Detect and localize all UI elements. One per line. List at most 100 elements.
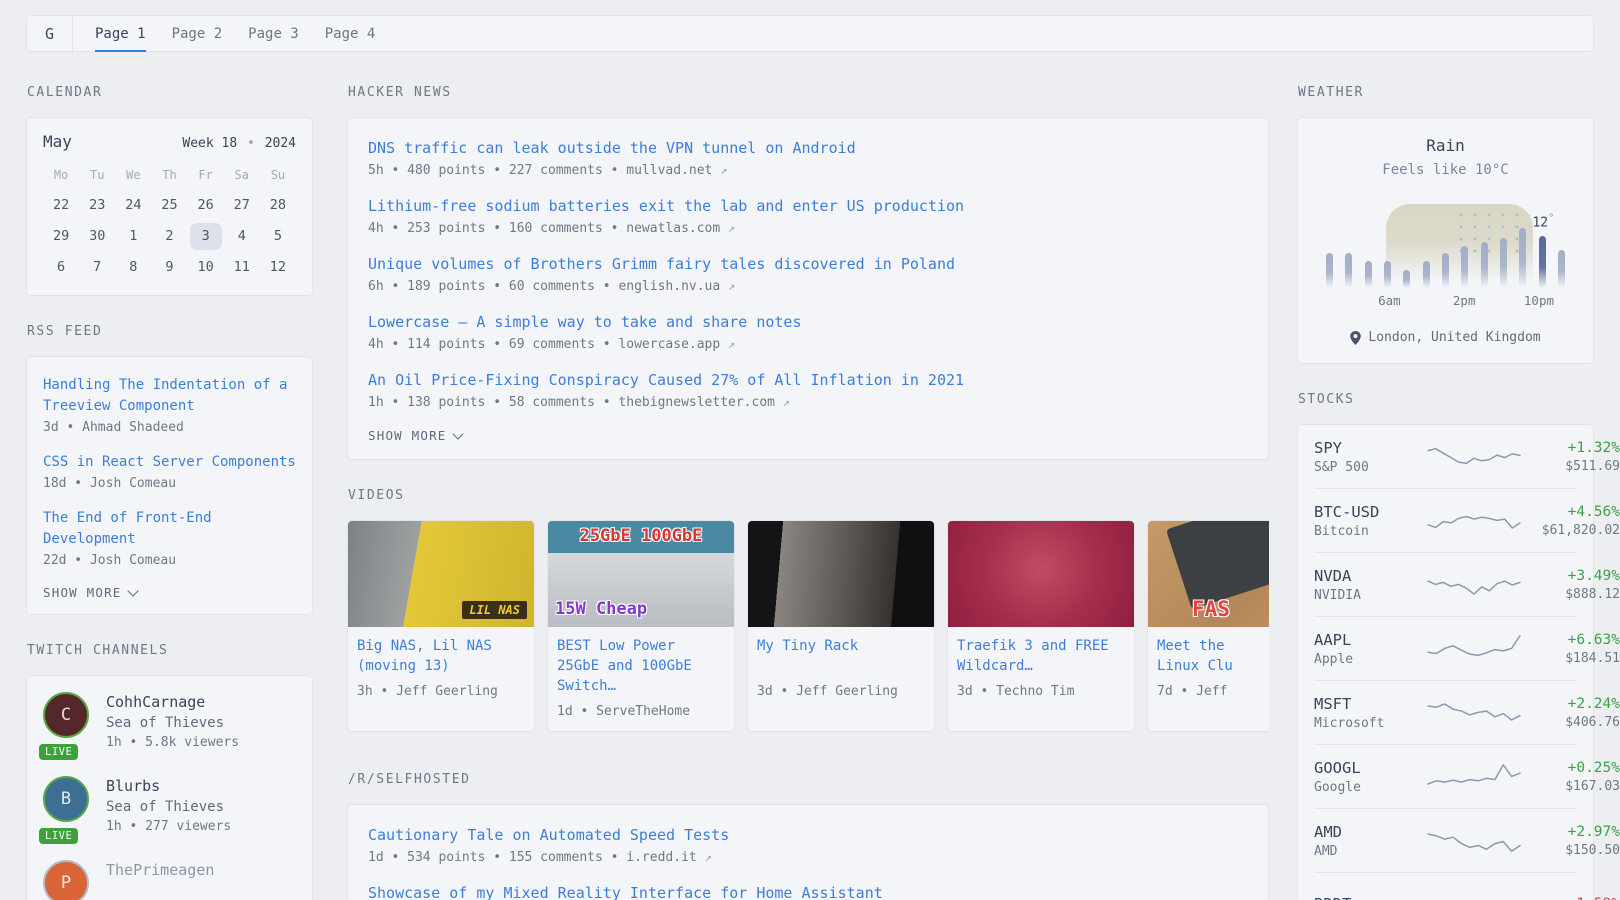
video-thumbnail [748, 521, 934, 627]
stock-row[interactable]: AAPLApple +6.63%$184.51 [1314, 617, 1577, 681]
stock-row[interactable]: SPYS&P 500 +1.32%$511.69 [1314, 425, 1577, 489]
stock-change: -1.59% [1522, 896, 1620, 900]
hackernews-show-more-button[interactable]: SHOW MORE [368, 428, 1248, 443]
video-card[interactable]: FAS Meet the Linux Clu 7d • Jeff [1147, 520, 1269, 732]
weather-section-label: WEATHER [1298, 85, 1594, 100]
list-item: DNS traffic can leak outside the VPN tun… [368, 138, 1248, 178]
channel-name: Blurbs [106, 776, 231, 797]
weather-location: London, United Kingdom [1318, 330, 1573, 345]
story-meta: 5h • 480 points • 227 comments • mullvad… [368, 163, 1248, 178]
weekday-label: Tu [79, 164, 115, 188]
app-logo: G [27, 16, 73, 51]
list-item: Lithium-free sodium batteries exit the l… [368, 196, 1248, 236]
stock-row[interactable]: BTC-USDBitcoin +4.56%$61,820.02 [1314, 489, 1577, 553]
weekday-label: Fr [188, 164, 224, 188]
stock-name: S&P 500 [1314, 460, 1426, 475]
video-card[interactable]: Traefik 3 and FREE Wildcard… 3d • Techno… [947, 520, 1135, 732]
stock-symbol: AAPL [1314, 631, 1426, 649]
tab-page-1[interactable]: Page 1 [82, 16, 159, 51]
video-card[interactable]: LIL NAS Big NAS, Lil NAS (moving 13) 3h … [347, 520, 535, 732]
rss-item-meta: 18d • Josh Comeau [43, 476, 296, 491]
weather-bar [1403, 270, 1410, 288]
twitch-channel-row[interactable]: C LIVE CohhCarnage Sea of Thieves 1h • 5… [43, 692, 296, 752]
stock-change: +0.25% [1522, 760, 1620, 776]
weather-bar [1423, 261, 1430, 288]
tab-page-3[interactable]: Page 3 [235, 16, 312, 51]
video-meta: 3d • Techno Tim [957, 684, 1125, 699]
calendar-day: 4 [226, 223, 258, 250]
stock-row[interactable]: GOOGLGoogle +0.25%$167.03 [1314, 745, 1577, 809]
rss-section-label: RSS FEED [27, 324, 313, 339]
story-meta: 1h • 138 points • 58 comments • thebigne… [368, 395, 1248, 410]
stock-symbol: BTC-USD [1314, 503, 1426, 521]
chevron-down-icon [127, 585, 138, 596]
calendar-day: 28 [262, 192, 294, 219]
post-title[interactable]: Cautionary Tale on Automated Speed Tests [368, 825, 1248, 846]
story-title[interactable]: Unique volumes of Brothers Grimm fairy t… [368, 254, 1248, 275]
video-title[interactable]: Traefik 3 and FREE Wildcard… [957, 636, 1125, 676]
video-card[interactable]: My Tiny Rack 3d • Jeff Geerling [747, 520, 935, 732]
list-item: Lowercase – A simple way to take and sha… [368, 312, 1248, 352]
stock-row[interactable]: MSFTMicrosoft +2.24%$406.76 [1314, 681, 1577, 745]
channel-meta: 1h • 277 viewers [106, 817, 231, 836]
stock-sparkline [1426, 822, 1522, 860]
stock-price: $406.76 [1522, 715, 1620, 730]
stock-name: NVIDIA [1314, 588, 1426, 603]
calendar-day: 30 [81, 223, 113, 250]
calendar-grid: Mo Tu We Th Fr Sa Su 22 23 24 25 26 27 2… [43, 164, 296, 281]
calendar-day: 6 [45, 254, 77, 281]
video-title[interactable]: Meet the Linux Clu [1157, 636, 1269, 676]
external-link-icon: ↗ [720, 163, 727, 177]
rss-item-title[interactable]: The End of Front-End Development [43, 508, 296, 550]
calendar-month: May [43, 132, 72, 151]
calendar-day: 25 [153, 192, 185, 219]
rss-show-more-button[interactable]: SHOW MORE [43, 585, 296, 600]
tab-page-2[interactable]: Page 2 [159, 16, 236, 51]
story-meta: 4h • 114 points • 69 comments • lowercas… [368, 337, 1248, 352]
calendar-day: 26 [190, 192, 222, 219]
story-title[interactable]: Lithium-free sodium batteries exit the l… [368, 196, 1248, 217]
weather-widget: WEATHER Rain Feels like 10°C 12° 6am2pm1… [1297, 85, 1594, 364]
hackernews-section-label: HACKER NEWS [348, 85, 1269, 100]
stock-sparkline [1426, 566, 1522, 604]
videos-widget: VIDEOS LIL NAS Big NAS, Lil NAS (moving … [347, 488, 1269, 732]
video-title[interactable]: My Tiny Rack [757, 636, 925, 676]
stock-price: $167.03 [1522, 779, 1620, 794]
video-title[interactable]: BEST Low Power 25GbE and 100GbE Switch… [557, 636, 725, 696]
stock-price: $511.69 [1522, 459, 1620, 474]
story-title[interactable]: Lowercase – A simple way to take and sha… [368, 312, 1248, 333]
calendar-day: 8 [117, 254, 149, 281]
story-title[interactable]: DNS traffic can leak outside the VPN tun… [368, 138, 1248, 159]
video-title[interactable]: Big NAS, Lil NAS (moving 13) [357, 636, 525, 676]
weekday-label: We [115, 164, 151, 188]
stock-sparkline [1426, 694, 1522, 732]
tab-page-4[interactable]: Page 4 [312, 16, 389, 51]
stock-row[interactable]: AMDAMD +2.97%$150.50 [1314, 809, 1577, 873]
video-meta: 3d • Jeff Geerling [757, 684, 925, 699]
hackernews-widget: HACKER NEWS DNS traffic can leak outside… [347, 85, 1269, 460]
right-column: WEATHER Rain Feels like 10°C 12° 6am2pm1… [1297, 85, 1594, 900]
calendar-day: 10 [190, 254, 222, 281]
list-item: An Oil Price-Fixing Conspiracy Caused 27… [368, 370, 1248, 410]
story-title[interactable]: An Oil Price-Fixing Conspiracy Caused 27… [368, 370, 1248, 391]
twitch-widget: TWITCH CHANNELS C LIVE CohhCarnage Sea o… [26, 643, 313, 900]
hour-label: 10pm [1524, 293, 1554, 308]
hour-label: 6am [1378, 293, 1401, 308]
video-card[interactable]: 25GbE 100GbE 15W Cheap BEST Low Power 25… [547, 520, 735, 732]
stock-row[interactable]: NVDANVIDIA +3.49%$888.12 [1314, 553, 1577, 617]
calendar-day: 11 [226, 254, 258, 281]
list-item: Cautionary Tale on Automated Speed Tests… [368, 825, 1248, 865]
post-title[interactable]: Showcase of my Mixed Reality Interface f… [368, 883, 1248, 900]
twitch-channel-row[interactable]: P ThePrimeagen [43, 860, 296, 900]
calendar-week-year: Week 18 • 2024 [182, 136, 296, 151]
rss-item-title[interactable]: CSS in React Server Components [43, 452, 296, 473]
dashboard-page: G Page 1 Page 2 Page 3 Page 4 CALENDAR M… [0, 0, 1620, 900]
dot-separator: • [237, 136, 264, 151]
twitch-section-label: TWITCH CHANNELS [27, 643, 313, 658]
stock-row[interactable]: RDDT -1.59% [1314, 873, 1577, 900]
weekday-label: Sa [224, 164, 260, 188]
video-thumbnail: FAS [1148, 521, 1269, 627]
video-meta: 7d • Jeff [1157, 684, 1269, 699]
twitch-channel-row[interactable]: B LIVE Blurbs Sea of Thieves 1h • 277 vi… [43, 776, 296, 836]
rss-item-title[interactable]: Handling The Indentation of a Treeview C… [43, 375, 296, 417]
